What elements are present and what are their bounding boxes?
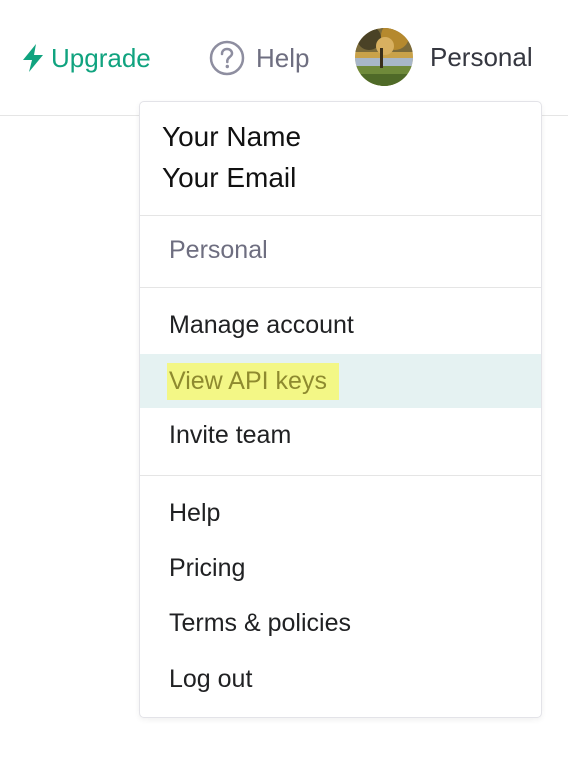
menu-item-log-out[interactable]: Log out (140, 652, 541, 706)
menu-item-label: View API keys (167, 362, 339, 400)
account-dropdown-menu: Your Name Your Email Personal Manage acc… (139, 101, 542, 718)
top-navigation-bar: Upgrade Help Personal (0, 0, 568, 116)
user-name: Your Name (162, 121, 302, 152)
help-label: Help (256, 42, 310, 73)
account-label: Personal (430, 41, 533, 72)
menu-item-label: Help (169, 498, 221, 527)
lightning-bolt-icon (22, 44, 44, 72)
divider (140, 475, 541, 476)
upgrade-button[interactable]: Upgrade (22, 40, 151, 76)
menu-item-terms-policies[interactable]: Terms & policies (140, 596, 541, 650)
menu-item-label: Log out (169, 664, 253, 693)
menu-item-label: Terms & policies (169, 608, 351, 637)
menu-item-pricing[interactable]: Pricing (140, 541, 541, 595)
menu-item-manage-account[interactable]: Manage account (140, 298, 541, 352)
avatar (355, 28, 413, 86)
question-circle-icon (209, 40, 245, 76)
menu-item-view-api-keys[interactable]: View API keys (140, 354, 541, 408)
help-button[interactable]: Help (209, 40, 309, 76)
upgrade-label: Upgrade (51, 42, 151, 73)
menu-item-label: Manage account (169, 310, 354, 339)
menu-item-label: Invite team (169, 420, 292, 449)
menu-item-help[interactable]: Help (140, 486, 541, 540)
menu-item-label: Pricing (169, 553, 246, 582)
user-info: Your Name Your Email (140, 102, 541, 216)
divider (140, 215, 541, 216)
user-email: Your Email (162, 162, 297, 193)
menu-item-invite-team[interactable]: Invite team (140, 408, 541, 462)
account-menu-button[interactable]: Personal (355, 28, 533, 86)
divider (140, 287, 541, 288)
org-personal-item[interactable]: Personal (169, 232, 268, 268)
